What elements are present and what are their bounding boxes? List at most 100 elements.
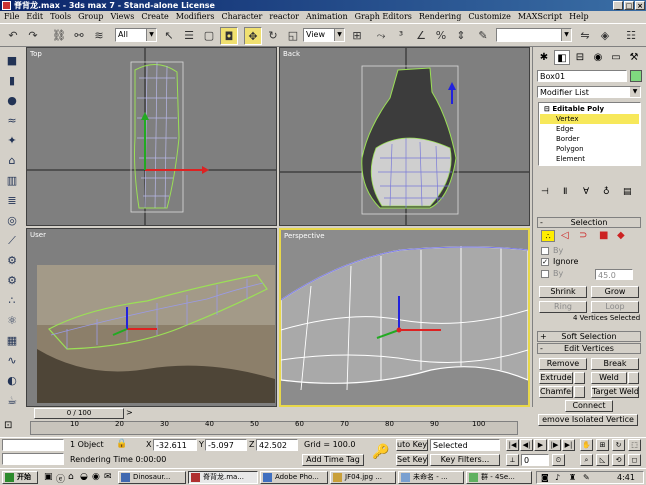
weld-button[interactable]: Weld bbox=[591, 372, 627, 384]
reference-coordinate-dropdown[interactable]: View ▼ bbox=[303, 28, 345, 42]
grow-button[interactable]: Grow bbox=[591, 286, 639, 298]
ring-button[interactable]: Ring bbox=[539, 301, 587, 313]
extrude-settings-button[interactable] bbox=[574, 372, 585, 384]
quick-launch-icon[interactable]: ◉ bbox=[92, 472, 100, 482]
go-to-start-icon[interactable]: |◀ bbox=[506, 439, 519, 451]
chamfer-button[interactable]: Chamfer bbox=[539, 386, 573, 398]
menu-group[interactable]: Group bbox=[78, 11, 103, 23]
reactor-icon[interactable]: ⚛ bbox=[3, 313, 21, 329]
element-mode-icon[interactable]: ◆ bbox=[617, 230, 625, 241]
taskbar-item[interactable]: 群 - 4Se... bbox=[466, 471, 532, 484]
select-and-rotate-icon[interactable]: ↻ bbox=[264, 27, 282, 45]
lock-icon[interactable]: 🔒 bbox=[116, 439, 127, 449]
border-mode-icon[interactable]: ⊃ bbox=[579, 230, 587, 241]
mirror-icon[interactable]: ⇋ bbox=[576, 27, 594, 45]
menu-file[interactable]: File bbox=[4, 11, 19, 23]
maximize-button[interactable]: □ bbox=[624, 1, 634, 10]
loop-button[interactable]: Loop bbox=[591, 301, 639, 313]
mini-curve-editor-icon[interactable]: ⊡ bbox=[4, 420, 12, 431]
stack-item-editable-poly[interactable]: ⊟ Editable Poly bbox=[540, 104, 639, 114]
taskbar-item[interactable]: Adobe Pho... bbox=[260, 471, 328, 484]
field-of-view-icon[interactable]: ◺ bbox=[596, 454, 609, 466]
by-angle-checkbox[interactable] bbox=[541, 270, 549, 278]
modifiers-icon[interactable]: ⚙ bbox=[3, 253, 21, 269]
shrink-button[interactable]: Shrink bbox=[539, 286, 587, 298]
redo-icon[interactable]: ↷ bbox=[24, 27, 42, 45]
zoom-extents-icon[interactable]: ⊞ bbox=[596, 439, 609, 451]
compound-icon[interactable]: ◎ bbox=[3, 213, 21, 229]
menu-edit[interactable]: Edit bbox=[26, 11, 43, 23]
spinner-snap-icon[interactable]: ⇕ bbox=[452, 27, 470, 45]
track-bar[interactable] bbox=[30, 421, 518, 435]
select-and-manipulate-icon[interactable]: ⤳ bbox=[372, 27, 390, 45]
unlink-icon[interactable]: ⚯ bbox=[70, 27, 88, 45]
taskbar-item[interactable]: Dinosaur... bbox=[118, 471, 186, 484]
named-selection-icon[interactable]: ✎ bbox=[474, 27, 492, 45]
next-frame-icon[interactable]: > bbox=[126, 408, 133, 417]
maxscript-listener-field[interactable] bbox=[2, 439, 64, 451]
rope-icon[interactable]: ∿ bbox=[3, 353, 21, 369]
y-coordinate-field[interactable]: -5.097 bbox=[205, 439, 247, 451]
break-button[interactable]: Break bbox=[591, 358, 639, 370]
viewport-top[interactable]: Top bbox=[26, 47, 277, 226]
hierarchy-tab-icon[interactable]: ⊟ bbox=[572, 50, 588, 65]
taskbar-item-active[interactable]: 脊背龙.ma... bbox=[188, 471, 258, 484]
menu-customize[interactable]: Customize bbox=[468, 11, 511, 23]
key-mode-dropdown[interactable]: Selected bbox=[430, 439, 500, 451]
select-and-scale-icon[interactable]: ◱ bbox=[284, 27, 302, 45]
target-weld-button[interactable]: Target Weld bbox=[591, 386, 639, 398]
start-button[interactable]: 开始 bbox=[2, 471, 38, 484]
layer-manager-icon[interactable]: ☷ bbox=[622, 27, 640, 45]
menu-reactor[interactable]: reactor bbox=[269, 11, 299, 23]
go-to-end-icon[interactable]: ▶| bbox=[562, 439, 575, 451]
cloth-icon[interactable]: ▦ bbox=[3, 333, 21, 349]
menu-rendering[interactable]: Rendering bbox=[419, 11, 461, 23]
previous-frame-icon[interactable]: ◀| bbox=[520, 439, 533, 451]
set-key-button[interactable]: Set Key bbox=[396, 454, 428, 466]
selection-filter-dropdown[interactable]: All ▼ bbox=[115, 28, 157, 42]
polygon-mode-icon[interactable]: ■ bbox=[599, 230, 608, 241]
modifier-list-dropdown[interactable]: Modifier List ▼ bbox=[537, 86, 641, 98]
internet-explorer-icon[interactable]: ⓔ bbox=[56, 472, 65, 485]
select-object-icon[interactable]: ↖ bbox=[160, 27, 178, 45]
select-and-move-icon[interactable]: ✥ bbox=[244, 27, 262, 45]
time-config-icon[interactable]: ⏲ bbox=[552, 454, 565, 466]
select-by-name-icon[interactable]: ☰ bbox=[180, 27, 198, 45]
menu-modifiers[interactable]: Modifiers bbox=[176, 11, 215, 23]
remove-modifier-icon[interactable]: ♁ bbox=[603, 187, 610, 197]
current-frame-field[interactable]: 0 bbox=[521, 454, 549, 466]
quick-launch-icon[interactable]: ✉ bbox=[104, 472, 112, 482]
desktop-icon[interactable]: ▣ bbox=[44, 472, 53, 482]
gear-icon[interactable]: ⚙ bbox=[3, 273, 21, 289]
modify-tab-icon[interactable]: ◧ bbox=[554, 50, 570, 65]
select-and-link-icon[interactable]: ⛓ bbox=[50, 27, 68, 45]
viewport-back[interactable]: Back bbox=[279, 47, 530, 226]
stack-item-vertex[interactable]: Vertex bbox=[540, 114, 639, 124]
cylinder-icon[interactable]: ▮ bbox=[3, 73, 21, 89]
pivot-center-icon[interactable]: ⊞ bbox=[348, 27, 366, 45]
network-icon[interactable]: ◙ bbox=[541, 473, 549, 482]
helpers-icon[interactable]: ▥ bbox=[3, 173, 21, 189]
align-icon[interactable]: ◈ bbox=[596, 27, 614, 45]
zoom-icon[interactable]: ⌕ bbox=[580, 454, 593, 466]
named-selection-sets-dropdown[interactable]: ▼ bbox=[496, 28, 572, 42]
ignore-backfacing-checkbox[interactable]: ✓ bbox=[541, 258, 549, 266]
input-method-icon[interactable]: ✎ bbox=[583, 473, 590, 482]
stack-item-element[interactable]: Element bbox=[540, 154, 639, 164]
particles-icon[interactable]: ∴ bbox=[3, 293, 21, 309]
display-tab-icon[interactable]: ▭ bbox=[608, 50, 624, 65]
taskbar-item[interactable]: JF04.jpg ... bbox=[330, 471, 396, 484]
edit-vertices-rollout-header[interactable]: - Edit Vertices bbox=[537, 343, 641, 354]
maxscript-output-field[interactable] bbox=[2, 453, 64, 465]
next-frame-icon[interactable]: |▶ bbox=[548, 439, 561, 451]
stack-item-polygon[interactable]: Polygon bbox=[540, 144, 639, 154]
cameras-icon[interactable]: ⌂ bbox=[3, 153, 21, 169]
material-icon[interactable]: ◐ bbox=[3, 373, 21, 389]
menu-tools[interactable]: Tools bbox=[50, 11, 71, 23]
min-max-toggle-icon[interactable]: ◻ bbox=[628, 454, 641, 466]
soft-selection-rollout-header[interactable]: + Soft Selection bbox=[537, 331, 641, 342]
weld-settings-button[interactable] bbox=[628, 372, 639, 384]
key-icon[interactable]: 🔑 bbox=[372, 444, 389, 460]
stack-item-edge[interactable]: Edge bbox=[540, 124, 639, 134]
quick-launch-icon[interactable]: ⌂ bbox=[68, 472, 74, 482]
